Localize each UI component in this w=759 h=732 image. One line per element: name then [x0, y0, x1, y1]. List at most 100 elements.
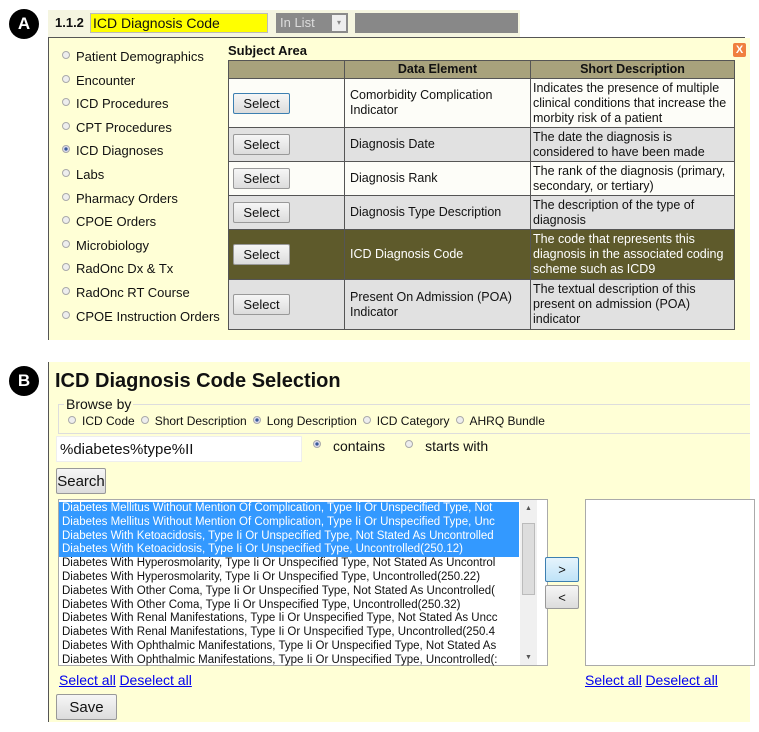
result-option[interactable]: Diabetes With Hyperosmolarity, Type Ii O…	[59, 557, 519, 571]
radio-button[interactable]	[62, 121, 70, 130]
deselect-all-link[interactable]: Deselect all	[119, 672, 191, 688]
match-option-label: contains	[333, 438, 386, 454]
table-row: Select ICD Diagnosis Code The code that re…	[228, 229, 735, 280]
result-option[interactable]: Diabetes With Other Coma, Type Ii Or Uns…	[59, 599, 519, 613]
browse-option-label: ICD Category	[376, 414, 450, 428]
result-option[interactable]: Diabetes With Ophthalmic Manifestations,…	[59, 640, 519, 654]
browse-option-label: Short Description	[154, 414, 247, 428]
scrollbar-thumb[interactable]	[522, 523, 535, 595]
option-label: CPOE Orders	[76, 214, 157, 230]
result-option[interactable]: Diabetes With Renal Manifestations, Type…	[59, 626, 519, 640]
radio-button[interactable]	[62, 169, 70, 177]
match-radio[interactable]	[405, 440, 414, 448]
select-button[interactable]: Select	[233, 168, 290, 189]
browse-radio[interactable]	[252, 416, 261, 424]
radio-button[interactable]	[62, 98, 70, 107]
select-button[interactable]: Select	[233, 92, 290, 114]
result-option[interactable]: Diabetes With Ophthalmic Manifestations,…	[59, 654, 519, 668]
radio-button[interactable]	[62, 51, 70, 59]
subject-area-option[interactable]: Patient Demographics	[62, 49, 204, 64]
select-button[interactable]: Select	[233, 134, 290, 155]
subject-area-option[interactable]: Pharmacy Orders	[62, 191, 178, 206]
browse-by-label: Browse by	[64, 396, 134, 412]
result-option[interactable]: Diabetes With Renal Manifestations, Type…	[59, 612, 519, 626]
field-value[interactable]: ICD Diagnosis Code	[90, 13, 268, 33]
radio-button[interactable]	[62, 310, 70, 319]
radio-button[interactable]	[62, 192, 70, 201]
subject-area-option[interactable]: CPOE Orders	[62, 214, 156, 229]
select-button[interactable]: Select	[233, 294, 290, 315]
browse-radio[interactable]	[140, 416, 149, 424]
radio-button[interactable]	[62, 216, 70, 225]
match-option-label: starts with	[425, 438, 489, 454]
section-b-badge: B	[9, 366, 39, 396]
result-option[interactable]: Diabetes With Hyperosmolarity, Type Ii O…	[59, 571, 519, 585]
save-button[interactable]: Save	[56, 694, 117, 720]
browse-option-label: Long Description	[266, 414, 357, 428]
close-icon[interactable]: X	[733, 43, 746, 57]
table-row: Select Diagnosis Type Description The desc…	[228, 195, 735, 230]
field-number: 1.1.2	[55, 15, 84, 30]
result-option[interactable]: Diabetes With Ketoacidosis, Type Ii Or U…	[59, 543, 519, 558]
description-cell: The code that represents this diagnosis …	[530, 229, 735, 280]
result-option[interactable]: Diabetes With Other Coma, Type Ii Or Uns…	[59, 585, 519, 599]
chevron-down-icon[interactable]: ▾	[332, 15, 346, 31]
browse-radio[interactable]	[455, 416, 464, 424]
remove-selected-button[interactable]: <	[545, 585, 579, 609]
data-element-cell: Diagnosis Rank	[344, 161, 531, 196]
search-button[interactable]: Search	[56, 468, 106, 494]
data-element-cell: ICD Diagnosis Code	[344, 229, 531, 280]
table-row: Select Comorbidity Complication Indicator…	[228, 78, 735, 128]
radio-button[interactable]	[62, 145, 70, 154]
subject-area-option[interactable]: Encounter	[62, 73, 135, 88]
add-selected-button[interactable]: >	[545, 557, 579, 582]
subject-area-option[interactable]: Microbiology	[62, 238, 149, 253]
browse-radio[interactable]	[68, 416, 76, 424]
result-option[interactable]: Diabetes Mellitus Without Mention Of Com…	[59, 515, 519, 530]
option-label: Encounter	[76, 72, 136, 88]
description-cell: Indicates the presence of multiple clini…	[530, 78, 735, 128]
subject-area-option[interactable]: ICD Procedures	[62, 96, 168, 111]
table-row: Select Present On Admission (POA) Indicat…	[228, 279, 735, 330]
subject-area-option[interactable]: RadOnc Dx & Tx	[62, 261, 173, 276]
data-element-cell: Present On Admission (POA) Indicator	[344, 279, 531, 330]
scroll-down-icon[interactable]: ▼	[520, 654, 537, 661]
browse-option-label: AHRQ Bundle	[469, 414, 545, 428]
option-label: ICD Procedures	[76, 96, 169, 112]
subject-area-option[interactable]: ICD Diagnoses	[62, 143, 163, 158]
match-radio[interactable]	[313, 440, 321, 448]
subject-area-option[interactable]: CPT Procedures	[62, 120, 172, 135]
operator-select[interactable]: In List ▾	[276, 13, 348, 33]
column-header: Data Element	[344, 60, 531, 79]
selected-listbox[interactable]	[585, 499, 755, 666]
option-label: Labs	[76, 167, 105, 182]
description-cell: The description of the type of diagnosis	[530, 195, 735, 230]
subject-area-option[interactable]: RadOnc RT Course	[62, 285, 190, 300]
subject-area-option[interactable]: CPOE Instruction Orders	[62, 309, 220, 324]
select-all-link[interactable]: Select all	[59, 672, 116, 688]
select-button[interactable]: Select	[233, 244, 290, 265]
radio-button[interactable]	[62, 287, 70, 295]
result-option[interactable]: Diabetes With Ketoacidosis, Type Ii Or U…	[59, 529, 519, 544]
data-element-cell: Diagnosis Type Description	[344, 195, 531, 230]
option-label: Microbiology	[76, 237, 149, 253]
section-a-badge: A	[9, 9, 39, 39]
deselect-all-link[interactable]: Deselect all	[645, 672, 717, 688]
browse-radio[interactable]	[362, 416, 371, 424]
scroll-up-icon[interactable]: ▲	[520, 505, 537, 512]
subject-area-option[interactable]: Labs	[62, 167, 104, 182]
search-input[interactable]: %diabetes%type%II	[56, 436, 302, 462]
radio-button[interactable]	[62, 239, 70, 248]
browse-options: ICD Code Short Description Long Descriptio…	[68, 414, 551, 428]
results-listbox[interactable]: Diabetes Mellitus Without Mention Of Com…	[58, 499, 548, 666]
select-all-link[interactable]: Select all	[585, 672, 642, 688]
option-label: Pharmacy Orders	[76, 190, 178, 206]
table-row: Select Diagnosis Date The date the diagnos…	[228, 127, 735, 162]
match-options: contains starts with	[313, 438, 508, 454]
select-button[interactable]: Select	[233, 202, 290, 223]
results-scrollbar[interactable]: ▲ ▼	[520, 500, 537, 665]
value-field[interactable]	[355, 13, 518, 33]
radio-button[interactable]	[62, 263, 70, 272]
radio-button[interactable]	[62, 74, 70, 83]
result-option[interactable]: Diabetes Mellitus Without Mention Of Com…	[59, 502, 519, 516]
